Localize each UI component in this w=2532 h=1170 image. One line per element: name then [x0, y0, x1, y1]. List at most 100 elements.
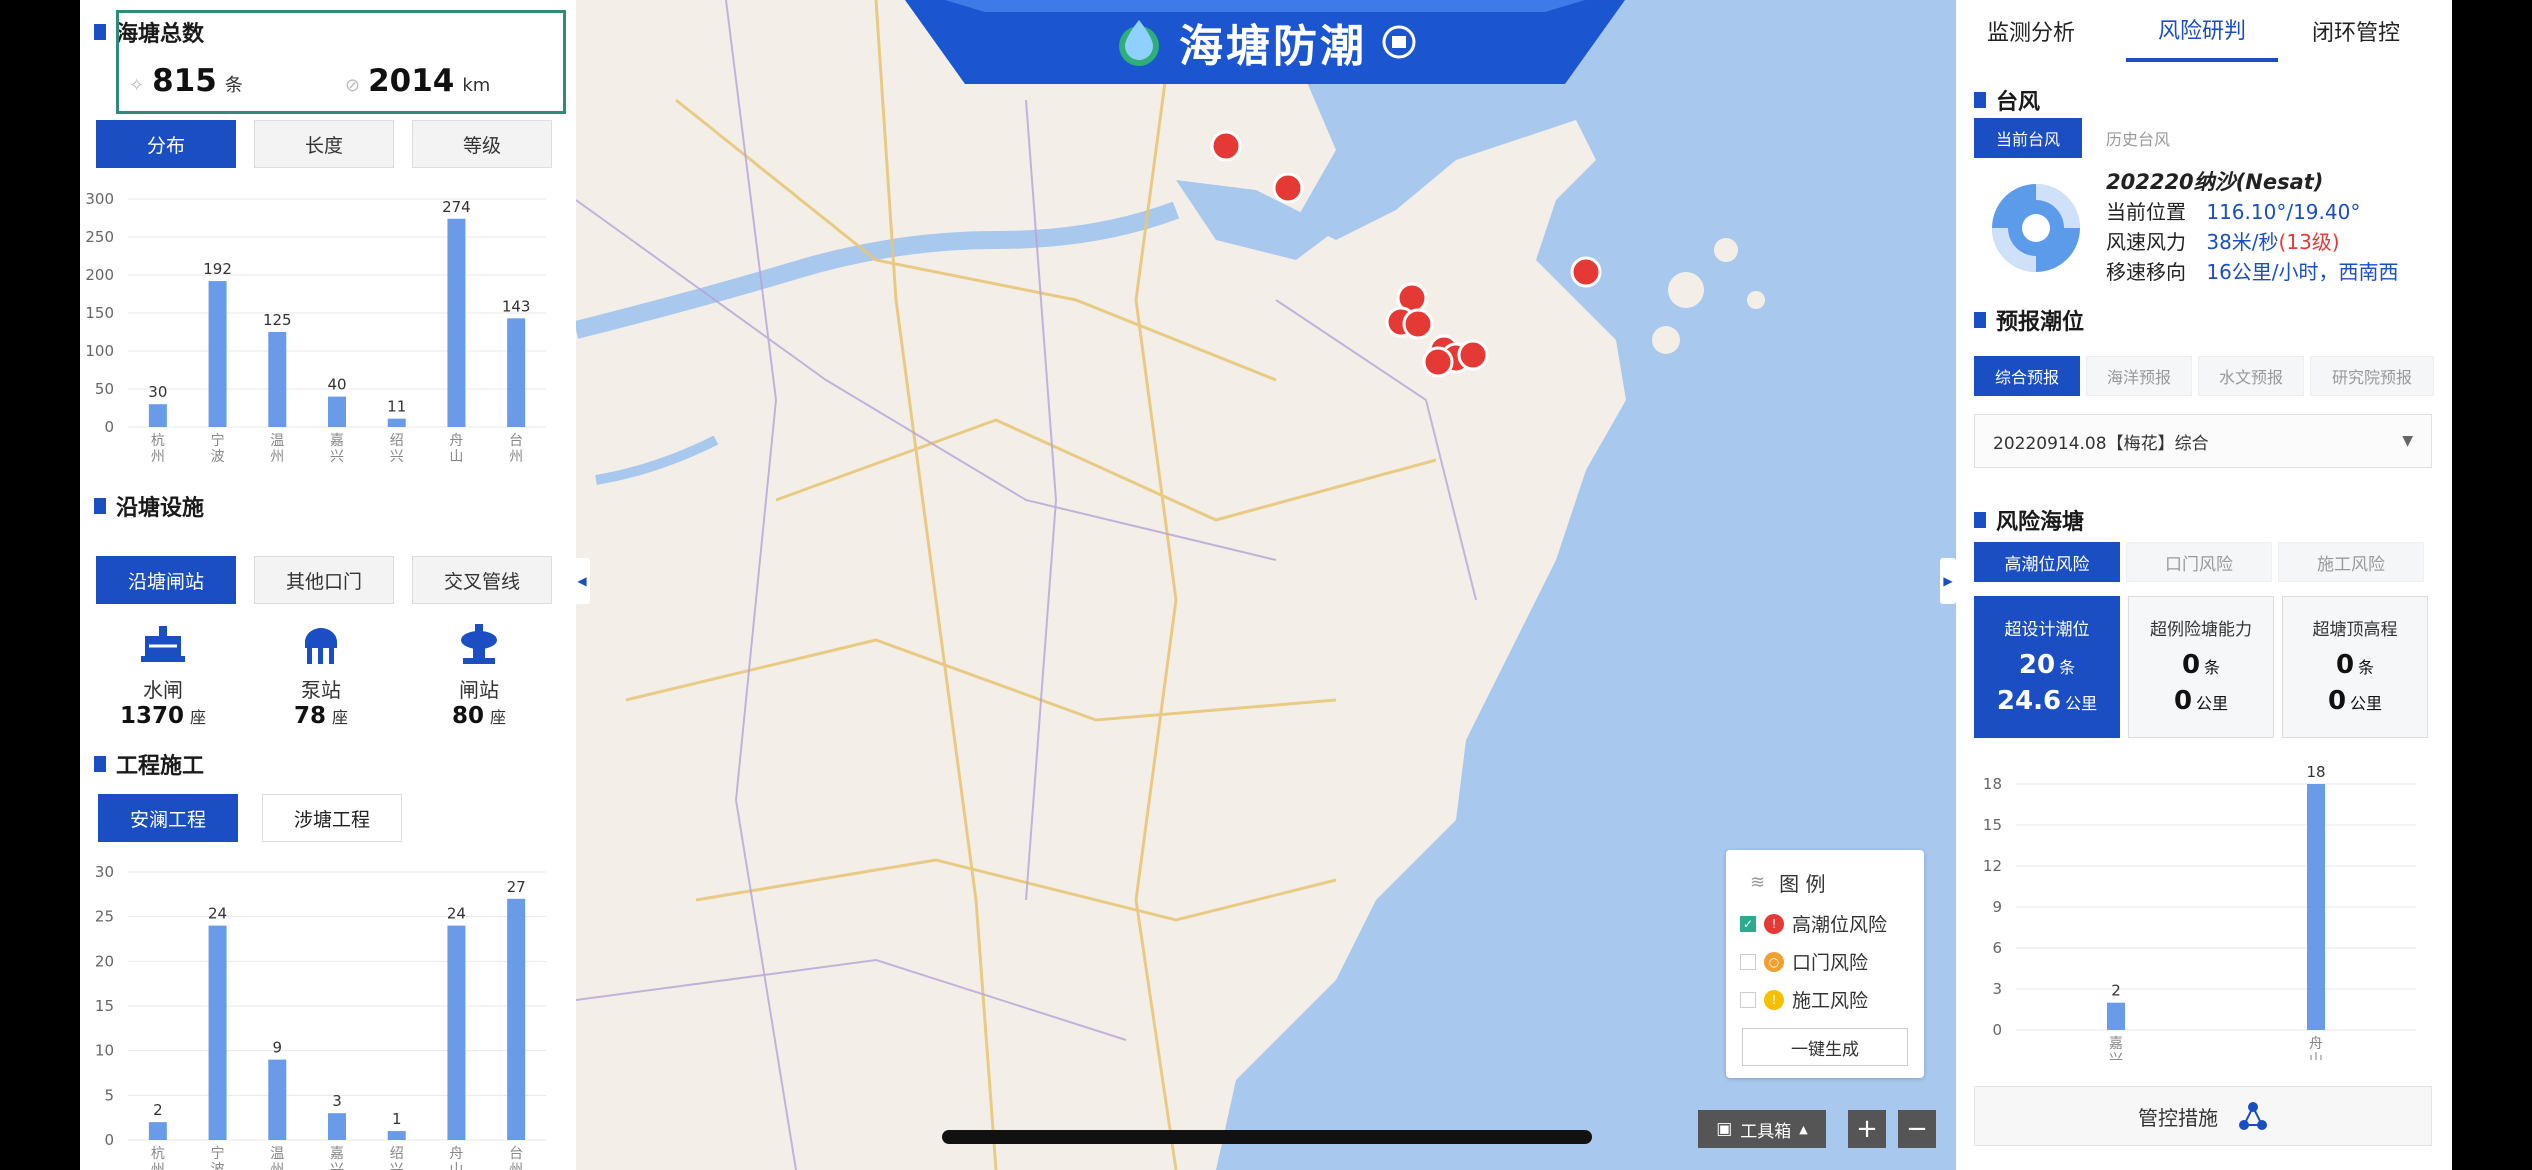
section-marker — [1974, 92, 1986, 108]
x-tick-label: 宁 — [211, 432, 225, 449]
x-tick-label: 兴 — [390, 449, 404, 465]
legend-item-high-tide[interactable]: ✓ ! 高潮位风险 — [1740, 910, 1887, 937]
legend-item-gate[interactable]: ○ 口门风险 — [1740, 948, 1868, 975]
distribution-chart: 0 50 100 150 200 250 300 30 杭州 192 宁波 125 温州 40 嘉兴 11 绍兴… — [85, 190, 546, 465]
tab-current-typhoon[interactable]: 当前台风 — [1974, 118, 2082, 158]
section-marker — [94, 756, 106, 772]
bar — [387, 1131, 406, 1140]
y-tick-label: 3 — [1992, 980, 2002, 998]
section-title-text: 沿塘设施 — [116, 496, 205, 521]
tab-cross-pipelines[interactable]: 交叉管线 — [412, 556, 552, 604]
home-indicator[interactable] — [942, 1130, 1592, 1144]
tab-distribution[interactable]: 分布 — [96, 120, 236, 168]
y-tick-label: 6 — [1992, 939, 2002, 957]
y-tick-label: 15 — [95, 997, 114, 1015]
tab-other-gates[interactable]: 其他口门 — [254, 556, 394, 604]
tab-high-tide-risk[interactable]: 高潮位风险 — [1974, 542, 2120, 582]
legend-item-construction[interactable]: ! 施工风险 — [1740, 986, 1868, 1013]
y-tick-label: 150 — [85, 304, 114, 322]
x-tick-label: 温 — [270, 433, 284, 449]
zoom-out-button[interactable]: − — [1898, 1110, 1936, 1148]
risk-card-count-value: 20 — [2018, 650, 2056, 680]
facility-gate-station[interactable]: 闸站 80 座 — [414, 622, 544, 729]
risk-marker[interactable] — [1210, 130, 1242, 162]
data-label: 24 — [447, 905, 466, 923]
risk-marker[interactable] — [1457, 339, 1489, 371]
risk-card-count: 0条 — [2129, 650, 2273, 680]
tab-seawall-related-project[interactable]: 涉塘工程 — [262, 794, 402, 842]
legend-title: 图 例 — [1779, 872, 1826, 896]
bar — [148, 404, 167, 427]
construction-title: 工程施工 — [94, 748, 204, 780]
tab-gate-risk[interactable]: 口门风险 — [2126, 542, 2272, 582]
seawall-count-unit: 条 — [224, 75, 243, 96]
risk-card-over-crest[interactable]: 超塘顶高程 0条 0 公里 — [2282, 596, 2428, 738]
toolbox-button[interactable]: ▣ 工具箱 ▲ — [1698, 1110, 1826, 1148]
legend-label: 施工风险 — [1792, 990, 1869, 1012]
section-title-text: 台风 — [1996, 90, 2041, 115]
tab-grade[interactable]: 等级 — [412, 120, 552, 168]
y-tick-label: 15 — [1983, 816, 2002, 834]
x-tick-label: 兴 — [390, 1162, 404, 1170]
section-title-text: 预报潮位 — [1996, 310, 2085, 335]
bar — [328, 1113, 346, 1140]
risk-card-length-unit: 公里 — [2065, 694, 2098, 713]
x-tick-label: 州 — [151, 1162, 165, 1170]
y-tick-label: 50 — [95, 380, 114, 398]
y-tick-label: 0 — [104, 1131, 114, 1149]
x-tick-label: 嘉 — [330, 433, 344, 449]
tab-risk-assessment[interactable]: 风险研判 — [2126, 0, 2278, 62]
tab-gate-stations[interactable]: 沿塘闸站 — [96, 556, 236, 604]
risk-title: 风险海塘 — [1974, 504, 2084, 536]
tab-institute-forecast[interactable]: 研究院预报 — [2310, 356, 2434, 396]
section-title-text: 工程施工 — [116, 754, 205, 779]
tab-ocean-forecast[interactable]: 海洋预报 — [2086, 356, 2192, 396]
seawall-total-card: ✧ 815 条 ⊘ 2014 km — [116, 10, 566, 114]
checkbox-icon[interactable] — [1740, 991, 1756, 1008]
collapse-left-button[interactable]: ◀ — [574, 558, 590, 604]
facility-pump-station[interactable]: 泵站 78 座 — [256, 622, 386, 729]
tab-combined-forecast[interactable]: 综合预报 — [1974, 356, 2080, 396]
risk-card-over-design-tide[interactable]: 超设计潮位 20 条 24.6 公里 — [1974, 596, 2120, 738]
tab-history-typhoon[interactable]: 历史台风 — [2084, 118, 2192, 158]
checkbox-icon[interactable] — [1740, 953, 1756, 970]
legend-label: 高潮位风险 — [1792, 914, 1888, 936]
generate-button[interactable]: 一键生成 — [1742, 1028, 1908, 1066]
facility-label: 水闸 — [143, 678, 183, 702]
sparkle-icon: ✧ — [129, 75, 145, 96]
section-marker — [1974, 312, 1986, 328]
risk-marker[interactable] — [1402, 308, 1434, 340]
title-banner: 海塘防潮 — [905, 0, 1625, 84]
collapse-right-button[interactable]: ▶ — [1940, 558, 1956, 604]
tab-monitoring-analysis[interactable]: 监测分析 — [1956, 0, 2106, 62]
checkbox-checked-icon[interactable]: ✓ — [1740, 915, 1756, 932]
risk-marker[interactable] — [1570, 256, 1602, 288]
risk-card-count-unit: 条 — [2059, 658, 2076, 677]
risk-marker[interactable] — [1272, 172, 1304, 204]
control-measures-button[interactable]: 管控措施 — [1974, 1086, 2432, 1146]
x-tick-label: 嘉 — [330, 1146, 344, 1162]
data-label: 192 — [203, 260, 232, 278]
tab-length[interactable]: 长度 — [254, 120, 394, 168]
x-tick-label: 州 — [270, 1162, 284, 1170]
left-panel: 海塘总数 ✧ 815 条 ⊘ 2014 km 分布 长度 等级 0 50 100 15… — [80, 0, 576, 1170]
tab-anlan-project[interactable]: 安澜工程 — [98, 794, 238, 842]
zoom-in-button[interactable]: + — [1848, 1110, 1886, 1148]
tab-construction-risk[interactable]: 施工风险 — [2278, 542, 2424, 582]
facility-count: 80 — [451, 703, 484, 729]
section-marker — [1974, 512, 1986, 528]
risk-card-over-capacity[interactable]: 超例险塘能力 0条 0 公里 — [2128, 596, 2274, 738]
risk-card-length: 0 公里 — [2129, 686, 2273, 716]
facility-label: 闸站 — [459, 678, 499, 702]
y-tick-label: 300 — [85, 190, 114, 208]
x-tick-label: 杭 — [151, 433, 165, 449]
bar — [148, 1122, 167, 1140]
risk-marker[interactable] — [1422, 346, 1454, 378]
tab-closed-loop-control[interactable]: 闭环管控 — [2280, 0, 2432, 62]
bar — [507, 898, 526, 1140]
forecast-select[interactable]: 20220914.08【梅花】综合 ▼ — [1974, 414, 2432, 468]
toolbox-icon: ▣ — [1716, 1119, 1733, 1139]
facility-sluice[interactable]: 水闸 1370 座 — [98, 622, 228, 729]
x-tick-label: 舟 — [2309, 1036, 2323, 1052]
tab-hydrology-forecast[interactable]: 水文预报 — [2198, 356, 2304, 396]
